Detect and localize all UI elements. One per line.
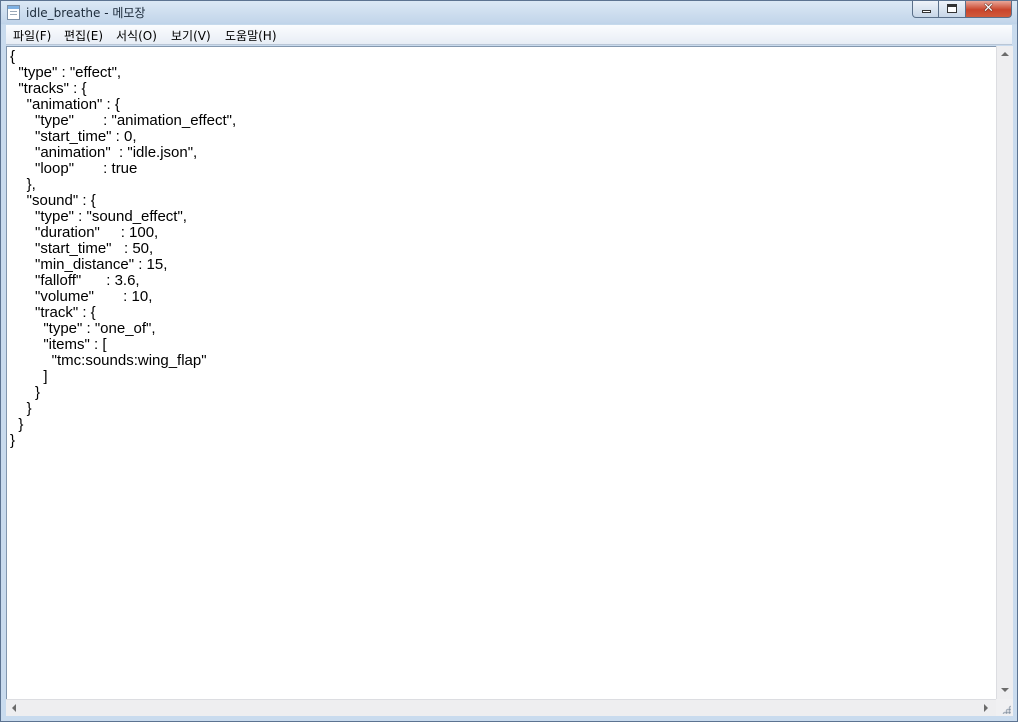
resize-grip[interactable]	[996, 699, 1013, 716]
menu-format[interactable]: 서식(O)	[116, 27, 157, 44]
close-icon: ✕	[983, 1, 994, 16]
close-button[interactable]: ✕	[966, 1, 1012, 18]
menu-view[interactable]: 보기(V)	[171, 27, 211, 44]
menu-help[interactable]: 도움말(H)	[225, 27, 277, 44]
title-bar[interactable]: idle_breathe - 메모장 ✕	[1, 1, 1017, 23]
maximize-icon	[939, 1, 965, 17]
vertical-scrollbar[interactable]	[996, 46, 1013, 699]
notepad-window: idle_breathe - 메모장 ✕ 파일(F) 편집(E) 서식(O) 보…	[0, 0, 1018, 722]
text-editor[interactable]: { "type" : "effect", "tracks" : { "anima…	[6, 46, 996, 699]
minimize-icon	[913, 1, 938, 17]
notepad-icon[interactable]	[7, 5, 20, 20]
scroll-left-icon[interactable]	[12, 704, 16, 712]
maximize-button[interactable]	[939, 1, 966, 18]
horizontal-scrollbar[interactable]	[6, 699, 996, 716]
scroll-up-icon[interactable]	[1001, 52, 1009, 56]
scroll-right-icon[interactable]	[984, 704, 988, 712]
editor-content[interactable]: { "type" : "effect", "tracks" : { "anima…	[10, 49, 236, 449]
menu-file[interactable]: 파일(F)	[13, 27, 51, 44]
menu-bar: 파일(F) 편집(E) 서식(O) 보기(V) 도움말(H)	[6, 25, 1012, 45]
menu-edit[interactable]: 편집(E)	[64, 27, 103, 44]
window-title: idle_breathe - 메모장	[26, 6, 146, 20]
scroll-down-icon[interactable]	[1001, 688, 1009, 692]
minimize-button[interactable]	[912, 1, 939, 18]
